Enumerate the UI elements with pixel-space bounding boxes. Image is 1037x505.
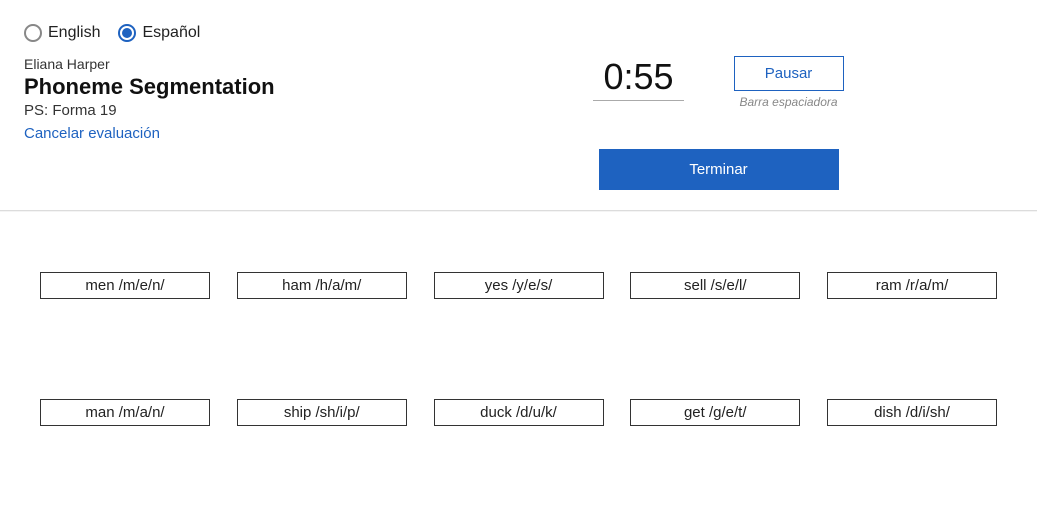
timer-box: 0:55 (593, 56, 683, 101)
left-column: English Español Eliana Harper Phoneme Se… (24, 24, 384, 143)
item-box[interactable]: ram /r/a/m/ (827, 272, 997, 299)
assessment-title: Phoneme Segmentation (24, 74, 384, 100)
header: English Español Eliana Harper Phoneme Se… (0, 0, 1037, 210)
item-box[interactable]: ham /h/a/m/ (237, 272, 407, 299)
form-label: PS: Forma 19 (24, 102, 384, 119)
pause-box: Pausar Barra espaciadora (734, 56, 844, 109)
cancel-link[interactable]: Cancelar evaluación (24, 125, 160, 142)
finish-button[interactable]: Terminar (599, 149, 839, 190)
items-section: men /m/e/n/ ham /h/a/m/ yes /y/e/s/ sell… (0, 212, 1037, 456)
timer-value: 0:55 (593, 56, 683, 101)
radio-english-label: English (48, 24, 100, 42)
item-box[interactable]: get /g/e/t/ (630, 399, 800, 426)
item-box[interactable]: man /m/a/n/ (40, 399, 210, 426)
items-row-1: men /m/e/n/ ham /h/a/m/ yes /y/e/s/ sell… (40, 272, 997, 299)
timer-row: 0:55 Pausar Barra espaciadora (593, 56, 843, 109)
radio-english[interactable]: English (24, 24, 100, 42)
radio-circle-selected-icon (118, 24, 136, 42)
pause-button[interactable]: Pausar (734, 56, 844, 91)
item-box[interactable]: sell /s/e/l/ (630, 272, 800, 299)
language-selector: English Español (24, 24, 384, 42)
items-row-2: man /m/a/n/ ship /sh/i/p/ duck /d/u/k/ g… (40, 399, 997, 426)
item-box[interactable]: yes /y/e/s/ (434, 272, 604, 299)
center-column: 0:55 Pausar Barra espaciadora Terminar (424, 24, 1013, 190)
radio-circle-icon (24, 24, 42, 42)
radio-spanish-label: Español (142, 24, 200, 42)
item-box[interactable]: ship /sh/i/p/ (237, 399, 407, 426)
item-box[interactable]: duck /d/u/k/ (434, 399, 604, 426)
radio-spanish[interactable]: Español (118, 24, 200, 42)
student-name: Eliana Harper (24, 56, 384, 72)
item-box[interactable]: men /m/e/n/ (40, 272, 210, 299)
spacebar-hint: Barra espaciadora (740, 95, 838, 109)
item-box[interactable]: dish /d/i/sh/ (827, 399, 997, 426)
